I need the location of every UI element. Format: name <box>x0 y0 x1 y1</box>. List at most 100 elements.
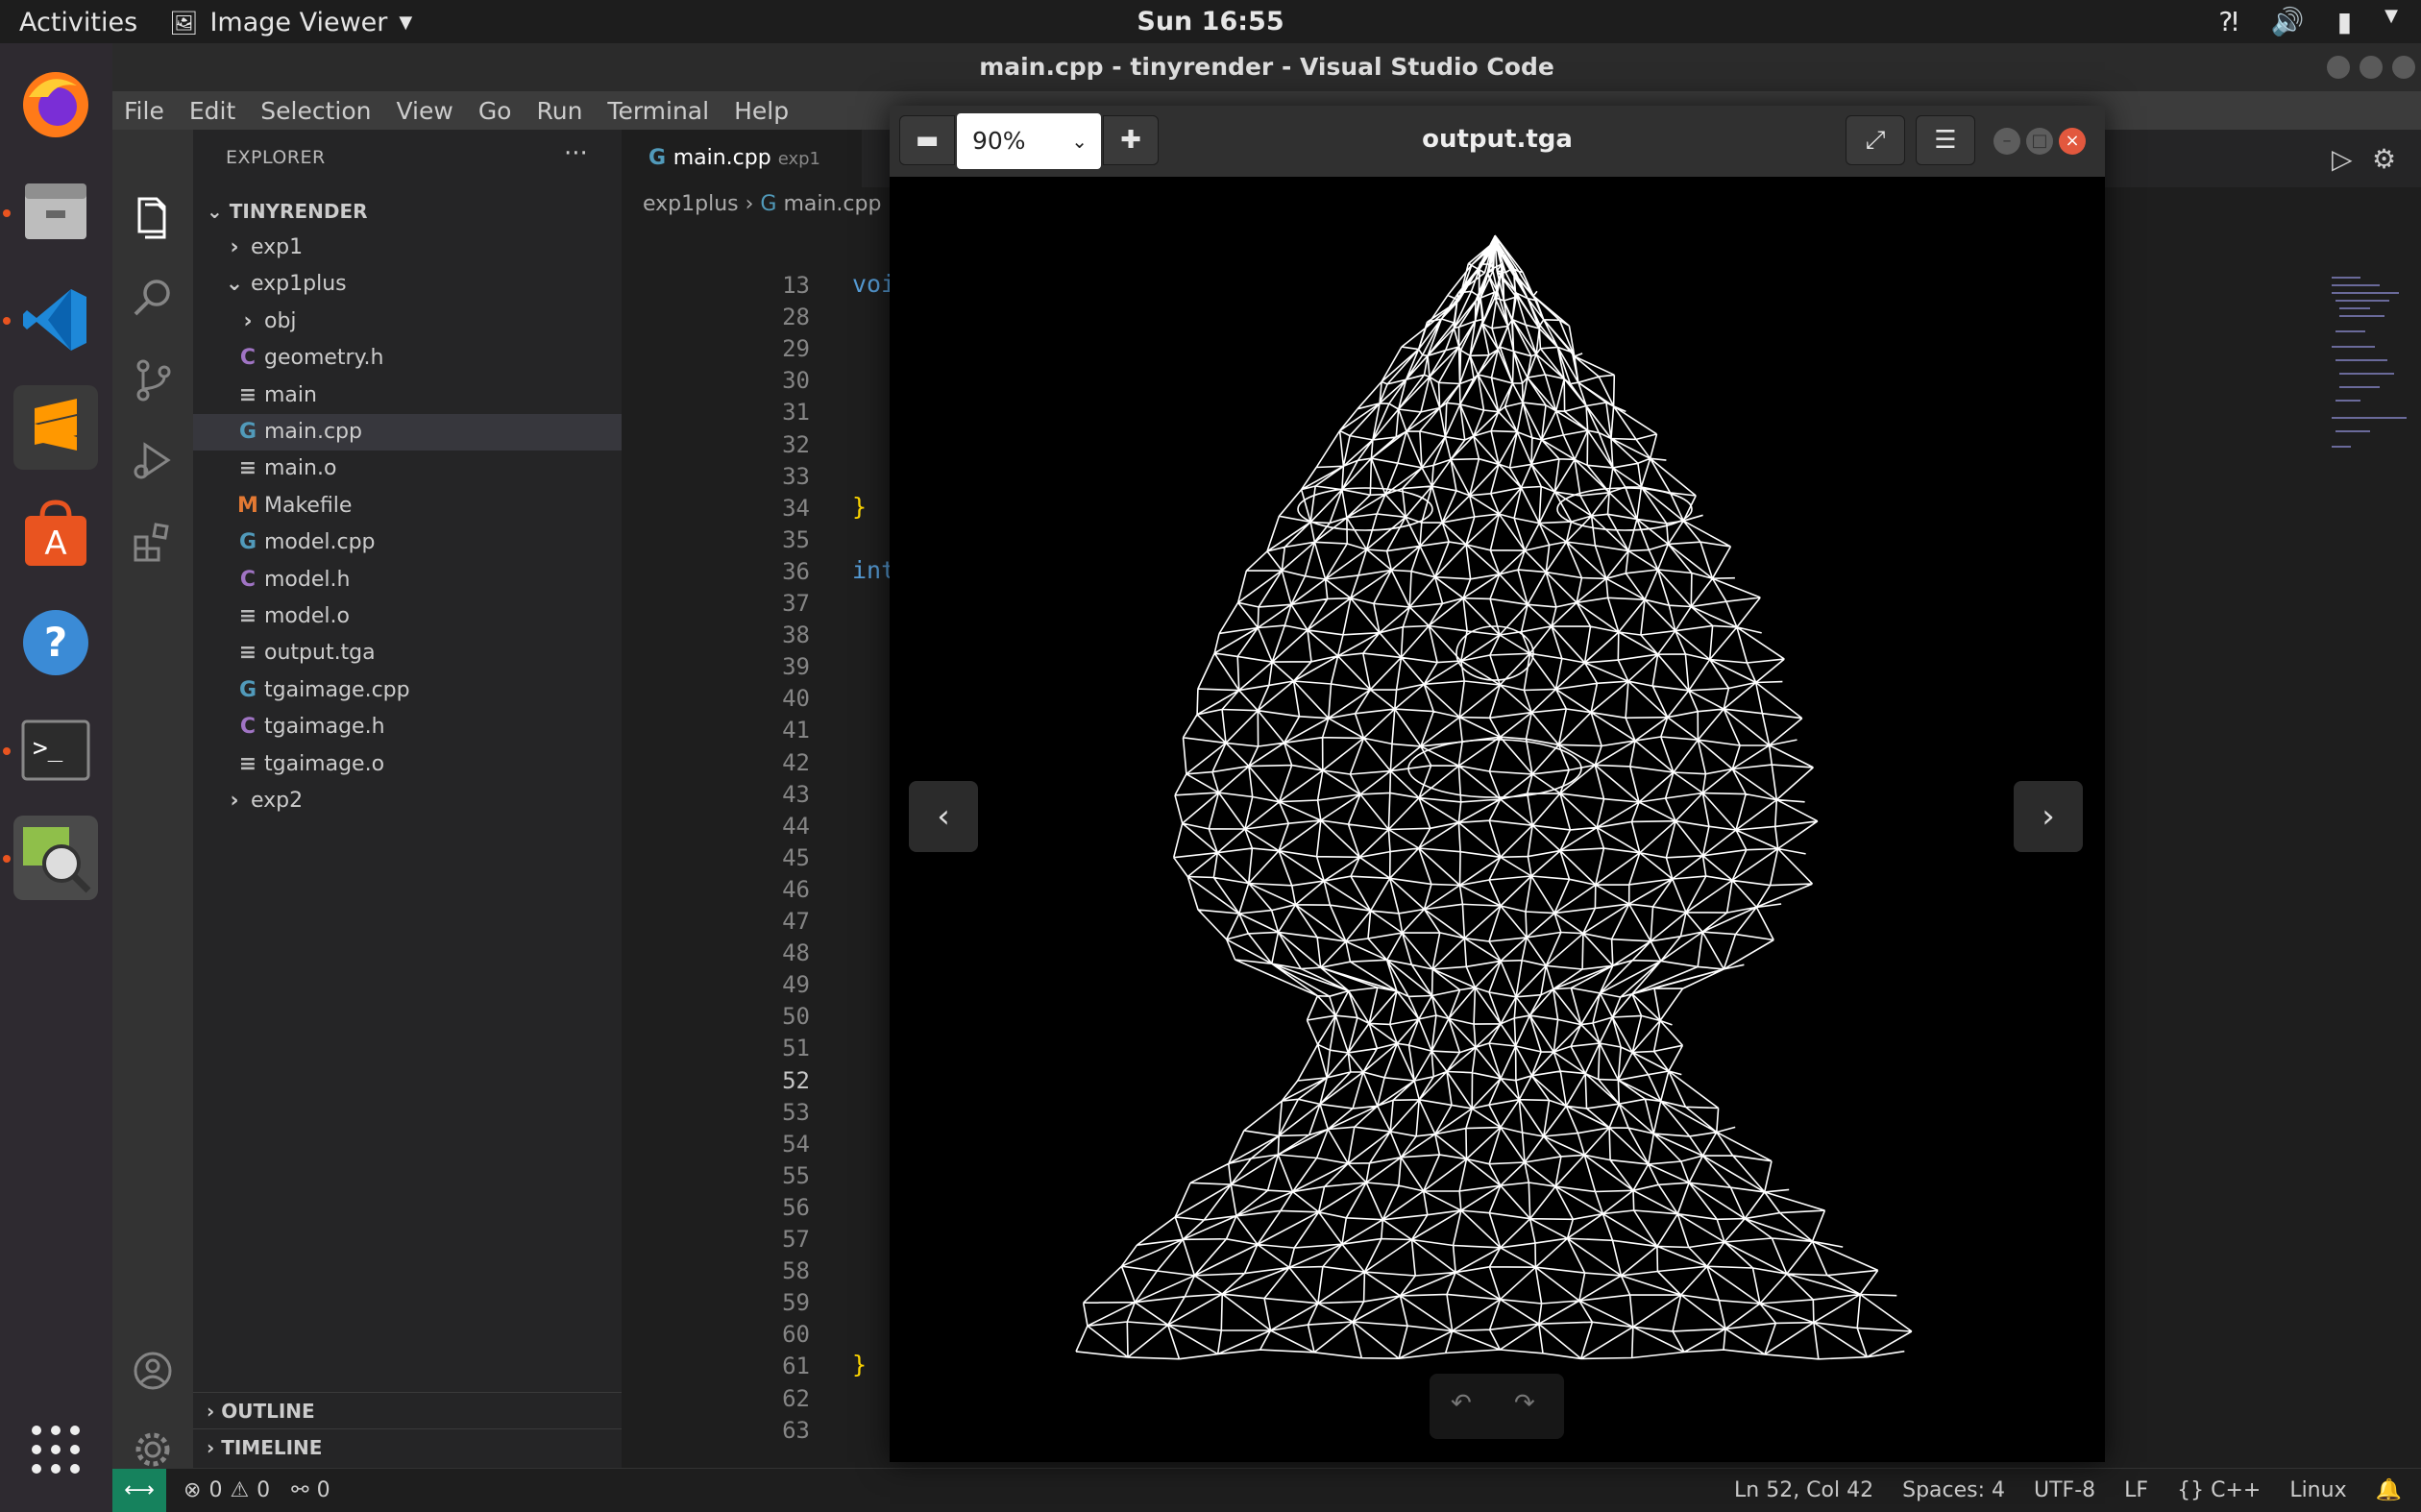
line-number: 44 <box>782 812 810 840</box>
menu-help[interactable]: Help <box>734 97 789 125</box>
minimize-icon[interactable]: – <box>1993 128 2020 155</box>
line-number: 39 <box>782 653 810 681</box>
timeline-section[interactable]: › TIMELINE <box>193 1428 622 1465</box>
line-number: 61 <box>782 1353 810 1380</box>
rotate-controls[interactable]: ↶ ↷ <box>1430 1374 1564 1439</box>
tree-item[interactable]: Cmodel.h <box>193 562 622 598</box>
breadcrumb-folder[interactable]: exp1plus <box>643 192 739 216</box>
end-of-line[interactable]: LF <box>2124 1478 2148 1502</box>
viewer-header-bar: ▬ 90% ⌄ ✚ output.tga ⤢ ☰ – □ × <box>890 106 2105 177</box>
menu-icon: ☰ <box>1934 126 1957 155</box>
accounts-icon[interactable] <box>130 1348 176 1394</box>
close-icon[interactable] <box>2392 56 2415 79</box>
cursor-position[interactable]: Ln 52, Col 42 <box>1734 1478 1873 1502</box>
warning-icon: ⚠ <box>230 1478 250 1502</box>
run-debug-icon[interactable] <box>130 437 176 483</box>
file-type-icon: C <box>239 567 257 592</box>
tab-main-cpp[interactable]: G main.cpp exp1 <box>622 130 862 187</box>
minimap[interactable] <box>2332 274 2409 466</box>
problems-indicator[interactable]: ⊗ 0 ⚠ 0 ⚯ 0 <box>183 1478 330 1502</box>
tree-item[interactable]: › exp2 <box>193 783 622 819</box>
settings-gear-icon[interactable] <box>130 1427 176 1473</box>
workspace-root[interactable]: ⌄ TINYRENDER <box>193 193 622 230</box>
hamburger-menu-button[interactable]: ☰ <box>1916 115 1975 165</box>
activity-bar <box>112 130 193 1468</box>
menu-terminal[interactable]: Terminal <box>607 97 709 125</box>
menu-go[interactable]: Go <box>478 97 512 125</box>
tree-item[interactable]: ⌄ exp1plus <box>193 266 622 303</box>
menu-run[interactable]: Run <box>536 97 582 125</box>
code-line[interactable]: } <box>852 493 867 521</box>
search-icon[interactable] <box>130 274 176 320</box>
maximize-icon[interactable]: □ <box>2026 128 2053 155</box>
remote-indicator-icon[interactable]: ⟷ <box>112 1469 166 1512</box>
help-icon[interactable]: ? <box>13 600 98 685</box>
image-viewer-icon[interactable] <box>13 816 98 900</box>
source-control-icon[interactable] <box>130 356 176 402</box>
tree-item[interactable]: › obj <box>193 304 622 340</box>
vscode-icon[interactable] <box>13 278 98 362</box>
tree-item[interactable]: Gmain.cpp <box>193 414 622 451</box>
tree-item[interactable]: Gmodel.cpp <box>193 524 622 561</box>
sublime-text-icon[interactable] <box>13 385 98 470</box>
tree-item[interactable]: › exp1 <box>193 230 622 266</box>
software-center-icon[interactable]: A <box>13 493 98 577</box>
notifications-bell-icon[interactable]: 🔔 <box>2376 1478 2402 1502</box>
file-type-icon: › <box>243 308 253 333</box>
minimize-icon[interactable] <box>2327 56 2350 79</box>
show-apps-icon[interactable] <box>13 1407 98 1492</box>
tree-item-label: model.cpp <box>264 530 376 555</box>
tree-item[interactable]: ≡ main <box>193 378 622 414</box>
clock[interactable]: Sun 16:55 <box>0 7 2421 37</box>
tree-item[interactable]: ≡ output.tga <box>193 635 622 671</box>
explorer-sidebar: EXPLORER ··· ⌄ TINYRENDER › exp1 ⌄ exp1plus… <box>193 130 622 1468</box>
line-number: 57 <box>782 1226 810 1253</box>
line-number: 42 <box>782 748 810 776</box>
file-type-icon: C <box>239 346 257 371</box>
line-number: 56 <box>782 1193 810 1221</box>
line-number: 50 <box>782 1003 810 1031</box>
breadcrumb-file[interactable]: main.cpp <box>783 192 881 216</box>
fullscreen-button[interactable]: ⤢ <box>1846 115 1905 165</box>
indentation[interactable]: Spaces: 4 <box>1902 1478 2005 1502</box>
chevron-right-icon: › <box>745 192 761 216</box>
encoding[interactable]: UTF-8 <box>2034 1478 2095 1502</box>
tree-item-label: obj <box>264 308 297 333</box>
tree-item[interactable]: Ctgaimage.h <box>193 709 622 745</box>
svg-text:>_: >_ <box>33 734 63 763</box>
menu-file[interactable]: File <box>124 97 164 125</box>
tree-item[interactable]: ≡ tgaimage.o <box>193 746 622 783</box>
tree-item[interactable]: Cgeometry.h <box>193 340 622 377</box>
tree-item-label: geometry.h <box>264 346 384 371</box>
system-tray[interactable]: ⁈ 🔊 ▮ ▼ <box>2218 6 2398 37</box>
close-icon[interactable]: × <box>2059 128 2086 155</box>
tree-item[interactable]: Gtgaimage.cpp <box>193 672 622 709</box>
rotate-left-icon[interactable]: ↶ <box>1451 1389 1472 1418</box>
explorer-icon[interactable] <box>130 193 176 239</box>
tree-item-label: exp1plus <box>251 272 347 297</box>
extensions-icon[interactable] <box>130 518 176 564</box>
previous-image-button[interactable]: ‹ <box>909 781 978 852</box>
maximize-icon[interactable] <box>2360 56 2383 79</box>
code-line[interactable]: } <box>852 1351 867 1378</box>
platform[interactable]: Linux <box>2289 1478 2346 1502</box>
next-image-button[interactable]: › <box>2014 781 2083 852</box>
firefox-icon[interactable] <box>13 62 98 147</box>
menu-view[interactable]: View <box>396 97 452 125</box>
running-indicator <box>3 747 11 755</box>
tree-item[interactable]: M Makefile <box>193 488 622 524</box>
menu-edit[interactable]: Edit <box>189 97 235 125</box>
run-button-icon[interactable]: ▷ <box>2332 143 2353 175</box>
split-editor-icon[interactable]: ⚙ <box>2372 143 2396 175</box>
line-number: 53 <box>782 1098 810 1126</box>
rotate-right-icon[interactable]: ↷ <box>1514 1389 1535 1418</box>
braces-icon: {} <box>2177 1478 2212 1502</box>
files-icon[interactable] <box>13 170 98 255</box>
outline-section[interactable]: › OUTLINE <box>193 1392 622 1428</box>
menu-selection[interactable]: Selection <box>260 97 371 125</box>
more-actions-icon[interactable]: ··· <box>564 139 588 168</box>
tree-item[interactable]: ≡ model.o <box>193 598 622 635</box>
language-mode[interactable]: {} C++ <box>2177 1478 2261 1502</box>
terminal-icon[interactable]: >_ <box>13 708 98 793</box>
tree-item[interactable]: ≡ main.o <box>193 451 622 487</box>
